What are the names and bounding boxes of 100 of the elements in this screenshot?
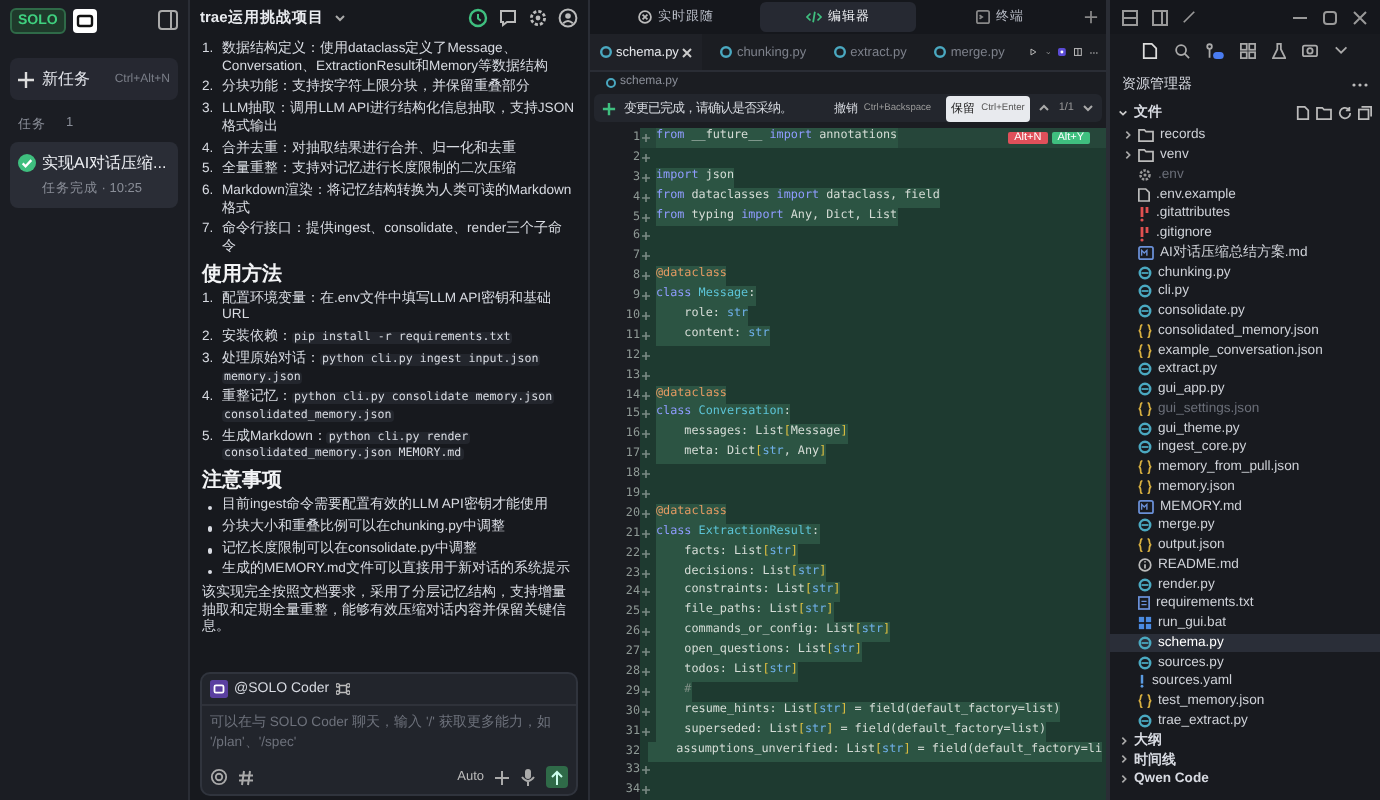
caret-icon[interactable] [333,12,346,24]
chat-window-icon[interactable] [71,7,98,33]
diff-marker-icon [642,133,650,142]
python-file-icon [834,46,847,58]
close-icon[interactable] [682,47,693,57]
send-button[interactable] [546,766,568,788]
diff-marker-icon [642,608,650,617]
gear-icon [1138,167,1152,182]
diff-marker-icon [642,489,650,498]
task-title: 实现AI对话压缩... [42,152,167,174]
target-icon[interactable] [210,768,228,786]
bullet-icon [207,505,213,511]
bullet-icon [207,548,213,554]
diff-marker-icon [642,470,650,479]
extensions-icon[interactable] [1239,41,1256,59]
braces-icon [1138,343,1152,358]
diff-marker-icon [642,153,650,162]
braces-icon [1138,323,1152,338]
diff-marker-icon [642,292,650,301]
diff-marker-icon [642,569,650,578]
chat-bubble-icon[interactable] [498,8,518,28]
account-icon[interactable] [558,8,578,28]
sidebar-layout-icon[interactable] [1152,9,1168,25]
python-file-icon [1138,440,1152,455]
python-file-icon [1138,577,1152,592]
chevron-down-icon[interactable] [1333,44,1348,56]
braces-icon [1138,479,1152,494]
maximize-icon[interactable] [1322,9,1338,25]
chevron-icon[interactable] [1124,150,1132,161]
python-file-icon [1138,421,1152,436]
python-file-icon [600,46,612,58]
split-editor-icon[interactable] [1074,44,1083,60]
plus-icon[interactable] [494,769,510,785]
microphone-icon[interactable] [520,768,536,786]
collapse-all-icon[interactable] [1358,105,1372,119]
plus-icon [18,71,34,87]
diff-marker-icon [642,311,650,320]
bullet-icon [207,526,213,532]
diff-marker-icon [642,667,650,676]
search-icon[interactable] [1173,41,1190,59]
diff-marker-icon [642,371,650,380]
layout-icon[interactable] [1122,9,1138,25]
hash-icon[interactable] [238,769,254,785]
python-file-icon [1138,382,1152,397]
chevron-down-icon[interactable] [1082,102,1094,114]
python-file-icon [934,46,947,58]
diff-marker-icon [642,727,650,736]
braces-icon [1138,538,1152,553]
python-file-icon [1138,362,1152,377]
diff-marker-icon [642,648,650,657]
diff-marker-icon [642,509,650,518]
python-file-icon [606,77,616,87]
run-icon[interactable] [1030,44,1038,60]
python-file-icon [1138,713,1152,728]
diff-marker-icon [642,232,650,241]
diff-marker-icon [642,331,650,340]
diff-marker-icon [642,430,650,439]
diff-marker-icon [642,529,650,538]
section-heading: 注意事项 [202,470,284,495]
panel-toggle-icon[interactable] [158,10,178,30]
source-control-icon[interactable] [1205,41,1224,59]
close-icon[interactable] [1352,9,1368,25]
files-icon[interactable] [1142,41,1158,59]
markdown-file-icon [1138,245,1154,260]
agent-icon [210,680,228,698]
diff-marker-icon [642,450,650,459]
diff-marker-icon [642,766,650,775]
windows-file-icon [1138,616,1152,631]
arrow-up-icon [550,769,564,785]
yaml-file-icon [1138,674,1146,689]
new-file-icon[interactable] [1296,105,1310,119]
flask-icon[interactable] [1271,41,1286,59]
more-icon[interactable] [1352,81,1368,87]
refresh-icon[interactable] [1338,105,1352,119]
file-icon [1138,187,1150,202]
braces-icon [1138,401,1152,416]
ai-badge-icon[interactable] [1058,44,1067,60]
markdown-file-icon [1138,499,1154,514]
section-heading: 使用方法 [202,263,284,288]
python-file-icon [1138,284,1152,299]
git-file-icon [1138,205,1150,222]
plus-icon[interactable] [1084,10,1098,24]
bullet-icon [207,569,213,575]
diff-marker-icon [642,410,650,419]
python-file-icon [1138,635,1152,650]
diff-marker-icon [642,391,650,400]
chevron-down-icon[interactable] [1118,107,1128,117]
status-circle-icon[interactable] [468,8,488,28]
code-icon [806,10,822,24]
braces-icon [1138,694,1152,709]
camera-icon[interactable] [1301,42,1318,58]
diff-marker-icon [642,252,650,261]
chevron-icon[interactable] [1124,130,1132,141]
settings-icon[interactable] [528,8,548,28]
diff-marker-icon [642,786,650,795]
command-key-icon [335,682,350,696]
diff-marker-icon [642,628,650,637]
chevron-up-icon[interactable] [1038,102,1051,114]
new-folder-icon[interactable] [1316,105,1332,119]
python-file-icon [1138,655,1152,670]
